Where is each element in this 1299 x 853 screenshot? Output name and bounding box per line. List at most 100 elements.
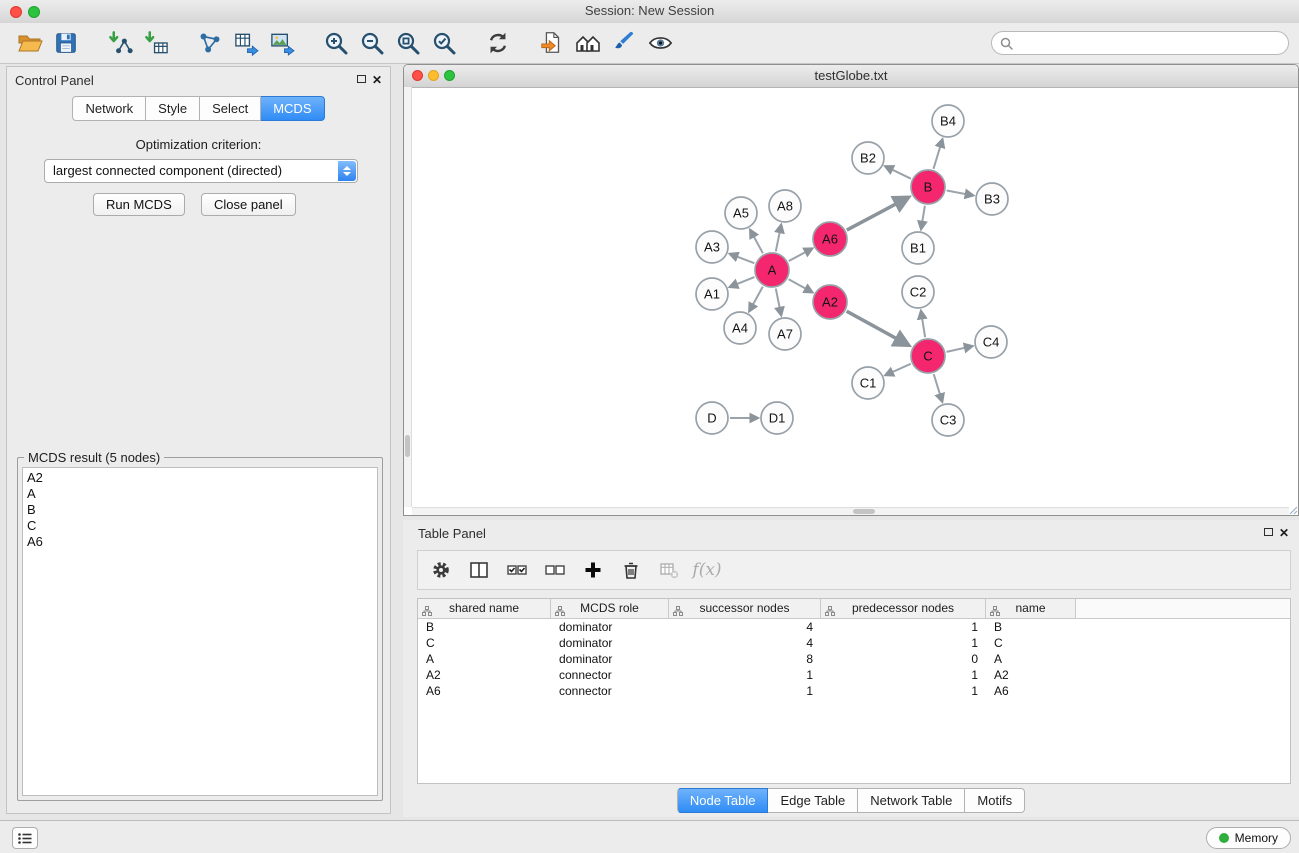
graph-node-A8[interactable]: A8: [769, 190, 801, 222]
close-panel-button[interactable]: Close panel: [201, 193, 296, 216]
import-table-button[interactable]: [138, 27, 174, 59]
show-hide-button[interactable]: [642, 27, 678, 59]
graph-edge-C-C2[interactable]: [921, 312, 925, 337]
graph-node-A1[interactable]: A1: [696, 278, 728, 310]
graph-node-A5[interactable]: A5: [725, 197, 757, 229]
graph-edge-C-C3[interactable]: [934, 374, 942, 401]
vertical-scrollbar[interactable]: [404, 87, 412, 507]
close-panel-icon[interactable]: ✕: [372, 74, 382, 86]
tab-node-table[interactable]: Node Table: [677, 788, 769, 813]
refresh-button[interactable]: [480, 27, 516, 59]
graph-edge-A-A7[interactable]: [776, 289, 781, 315]
export-table-button[interactable]: [228, 27, 264, 59]
network-window-titlebar[interactable]: testGlobe.txt: [404, 65, 1298, 88]
graph-node-A7[interactable]: A7: [769, 318, 801, 350]
clear-table-button[interactable]: [654, 556, 684, 584]
graph-node-C1[interactable]: C1: [852, 367, 884, 399]
network-minimize-button[interactable]: [428, 70, 439, 81]
tab-network-table[interactable]: Network Table: [858, 788, 965, 813]
memory-button[interactable]: Memory: [1206, 827, 1291, 849]
graph-edge-A-A3[interactable]: [731, 254, 755, 263]
add-row-button[interactable]: [578, 556, 608, 584]
close-window-button[interactable]: [10, 6, 22, 18]
graph-edge-A2-C[interactable]: [847, 311, 907, 344]
zoom-in-button[interactable]: [318, 27, 354, 59]
tab-network[interactable]: Network: [72, 96, 146, 121]
column-header-shared-name[interactable]: shared name: [418, 599, 551, 618]
graph-edge-A6-B[interactable]: [847, 198, 907, 230]
column-header-mcds-role[interactable]: MCDS role: [551, 599, 669, 618]
graph-edge-A-A4[interactable]: [750, 287, 763, 311]
export-image-button[interactable]: [264, 27, 300, 59]
import-network-button[interactable]: [102, 27, 138, 59]
tab-mcds[interactable]: MCDS: [261, 96, 324, 121]
resize-grip-icon[interactable]: [1289, 506, 1298, 515]
search-box[interactable]: [991, 31, 1289, 55]
graph-node-D[interactable]: D: [696, 402, 728, 434]
graph-edge-B-B4[interactable]: [934, 140, 943, 169]
mcds-result-item[interactable]: B: [27, 502, 373, 518]
optimization-criterion-select[interactable]: largest connected component (directed): [44, 159, 358, 183]
graph-node-C4[interactable]: C4: [975, 326, 1007, 358]
graph-edge-C-C1[interactable]: [886, 364, 911, 375]
mcds-result-item[interactable]: A2: [27, 470, 373, 486]
network-zoom-button[interactable]: [444, 70, 455, 81]
vertical-scroll-thumb[interactable]: [405, 435, 410, 457]
graph-edge-B-B3[interactable]: [947, 191, 973, 196]
close-panel-icon[interactable]: ✕: [1279, 527, 1289, 539]
column-header-successor-nodes[interactable]: successor nodes: [669, 599, 821, 618]
mcds-result-item[interactable]: A: [27, 486, 373, 502]
float-panel-icon[interactable]: [357, 75, 366, 83]
zoom-out-button[interactable]: [354, 27, 390, 59]
first-neighbors-button[interactable]: [534, 27, 570, 59]
graph-node-B4[interactable]: B4: [932, 105, 964, 137]
column-header-name[interactable]: name: [986, 599, 1076, 618]
graph-node-C2[interactable]: C2: [902, 276, 934, 308]
table-row[interactable]: Cdominator41C: [418, 635, 1290, 651]
graph-node-B1[interactable]: B1: [902, 232, 934, 264]
graph-node-A3[interactable]: A3: [696, 231, 728, 263]
mcds-result-list[interactable]: A2ABCA6: [22, 467, 378, 796]
graph-node-B3[interactable]: B3: [976, 183, 1008, 215]
open-session-button[interactable]: [12, 27, 48, 59]
tab-motifs[interactable]: Motifs: [965, 788, 1025, 813]
graph-node-B[interactable]: B: [911, 170, 945, 204]
new-network-button[interactable]: [192, 27, 228, 59]
graph-edge-B-B1[interactable]: [921, 206, 925, 229]
graph-edge-B-B2[interactable]: [886, 167, 911, 179]
graph-node-A6[interactable]: A6: [813, 222, 847, 256]
graph-node-A2[interactable]: A2: [813, 285, 847, 319]
mcds-result-item[interactable]: A6: [27, 534, 373, 550]
select-all-button[interactable]: [502, 556, 532, 584]
graph-node-C[interactable]: C: [911, 339, 945, 373]
tab-select[interactable]: Select: [200, 96, 261, 121]
zoom-window-button[interactable]: [28, 6, 40, 18]
save-session-button[interactable]: [48, 27, 84, 59]
mcds-result-item[interactable]: C: [27, 518, 373, 534]
graph-edge-A-A5[interactable]: [751, 231, 763, 254]
table-row[interactable]: Bdominator41B: [418, 619, 1290, 635]
network-close-button[interactable]: [412, 70, 423, 81]
zoom-selected-button[interactable]: [426, 27, 462, 59]
horizontal-scroll-thumb[interactable]: [853, 509, 875, 514]
graph-edge-A-A6[interactable]: [789, 249, 812, 261]
table-settings-button[interactable]: [426, 556, 456, 584]
graph-node-D1[interactable]: D1: [761, 402, 793, 434]
column-header-predecessor-nodes[interactable]: predecessor nodes: [821, 599, 986, 618]
show-columns-button[interactable]: [464, 556, 494, 584]
delete-row-button[interactable]: [616, 556, 646, 584]
graph-node-C3[interactable]: C3: [932, 404, 964, 436]
horizontal-scrollbar[interactable]: [412, 507, 1289, 515]
graph-edge-C-C4[interactable]: [947, 346, 972, 352]
graph-edge-A-A8[interactable]: [776, 226, 781, 252]
tab-style[interactable]: Style: [146, 96, 200, 121]
overview-button[interactable]: [570, 27, 606, 59]
table-row[interactable]: Adominator80A: [418, 651, 1290, 667]
run-mcds-button[interactable]: Run MCDS: [93, 193, 185, 216]
deselect-all-button[interactable]: [540, 556, 570, 584]
tab-edge-table[interactable]: Edge Table: [768, 788, 858, 813]
float-panel-icon[interactable]: [1264, 528, 1273, 536]
network-graph-svg[interactable]: B4B2BB3A5A8A6A3B1AC2A1A2A4A7C4CC1C3DD1: [412, 87, 1298, 508]
function-builder-button[interactable]: f(x): [692, 556, 722, 584]
graph-edge-A-A2[interactable]: [789, 279, 812, 292]
